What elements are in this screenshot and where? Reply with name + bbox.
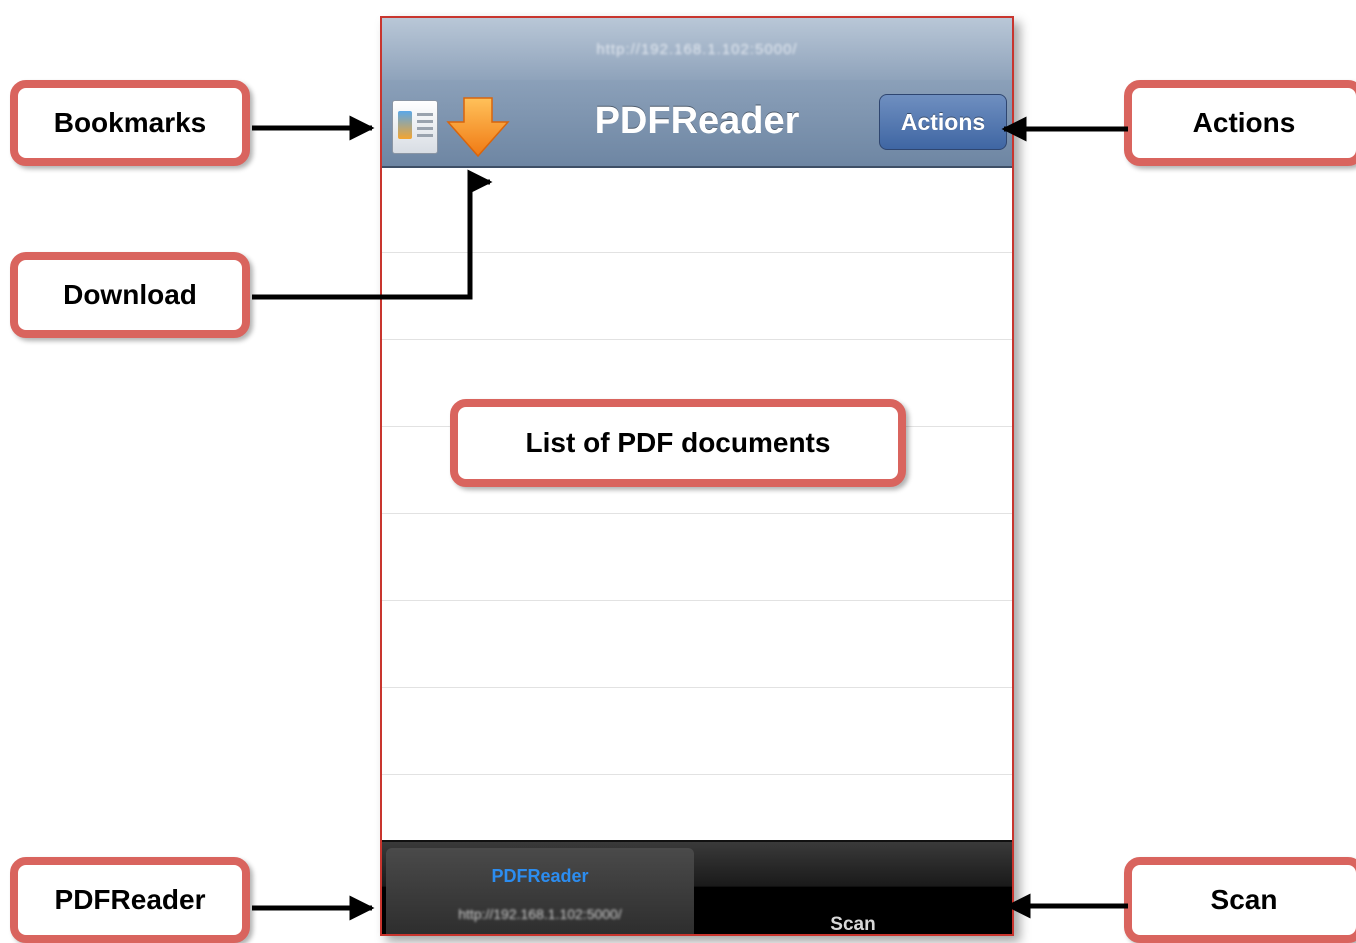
callout-pdfreader: PDFReader <box>10 857 250 943</box>
tab-bar: PDFReader http://192.168.1.102:5000/ Sca… <box>382 840 1012 935</box>
list-item[interactable] <box>382 601 1012 688</box>
callout-scan: Scan <box>1124 857 1356 943</box>
tab-pdfreader[interactable]: PDFReader http://192.168.1.102:5000/ <box>386 848 694 934</box>
tab-scan[interactable]: Scan <box>694 848 1012 935</box>
list-item[interactable] <box>382 166 1012 253</box>
actions-button[interactable]: Actions <box>879 94 1007 150</box>
list-item[interactable] <box>382 253 1012 340</box>
callout-bookmarks: Bookmarks <box>10 80 250 166</box>
url-bar: http://192.168.1.102:5000/ <box>382 18 1012 80</box>
pdf-document-list[interactable] <box>382 166 1012 862</box>
tab-pdfreader-label: PDFReader <box>491 866 589 886</box>
callout-list-documents: List of PDF documents <box>450 399 906 487</box>
list-item[interactable] <box>382 688 1012 775</box>
list-item[interactable] <box>382 514 1012 601</box>
callout-download: Download <box>10 252 250 338</box>
tab-pdfreader-url: http://192.168.1.102:5000/ <box>458 906 622 922</box>
tab-scan-label: Scan <box>830 914 876 935</box>
callout-actions: Actions <box>1124 80 1356 166</box>
navigation-bar: PDFReader Actions <box>382 80 1012 168</box>
url-text: http://192.168.1.102:5000/ <box>596 40 798 58</box>
